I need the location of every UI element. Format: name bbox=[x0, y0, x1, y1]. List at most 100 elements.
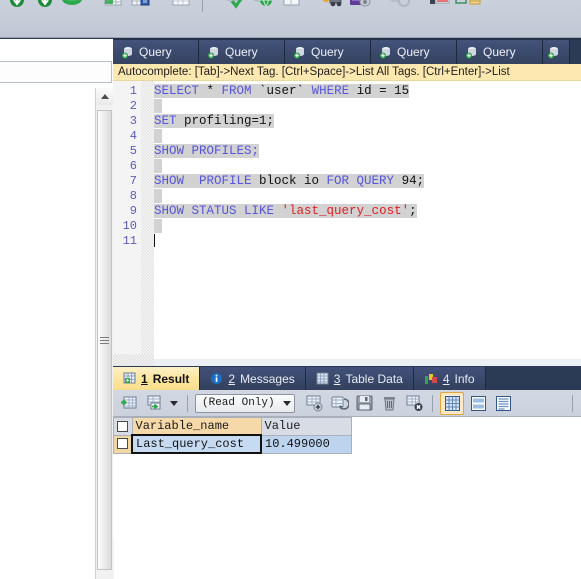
code-line[interactable] bbox=[154, 129, 581, 144]
query-icon bbox=[121, 46, 134, 59]
result-tab-result[interactable]: 1 Result bbox=[113, 367, 201, 390]
form-view-icon[interactable] bbox=[467, 393, 489, 414]
code-token: id = 15 bbox=[349, 84, 410, 98]
code-line[interactable] bbox=[154, 159, 581, 174]
code-line[interactable]: SHOW PROFILE block io FOR QUERY 94; bbox=[154, 174, 581, 189]
table-grid-icon[interactable] bbox=[168, 0, 194, 15]
sql-editor-window: Query Query Query Query Query Autocomple… bbox=[0, 0, 581, 579]
panel-icon[interactable] bbox=[279, 0, 305, 15]
code-token: * bbox=[199, 84, 222, 98]
query-tab-strip: Query Query Query Query Query bbox=[113, 38, 581, 64]
line-number: 8 bbox=[129, 189, 137, 203]
code-token: SHOW STATUS LIKE bbox=[154, 204, 275, 218]
result-tab-messages[interactable]: 2 Messages bbox=[200, 367, 306, 390]
new-table-icon[interactable] bbox=[100, 0, 126, 15]
result-tab-table-data[interactable]: 3 Table Data bbox=[305, 367, 414, 390]
code-token: `user` bbox=[251, 84, 312, 98]
table-design-icon[interactable] bbox=[128, 0, 154, 15]
code-line[interactable] bbox=[154, 189, 581, 204]
scroll-up-icon[interactable] bbox=[96, 88, 113, 105]
query-tab-3[interactable]: Query bbox=[285, 40, 371, 64]
code-token: FROM bbox=[221, 84, 252, 98]
table-row[interactable]: Last_query_cost 10.499000 bbox=[113, 434, 352, 454]
code-selection: SHOW PROFILES; bbox=[154, 144, 260, 158]
column-header-value[interactable]: Value bbox=[260, 417, 352, 436]
query-tab-1[interactable]: Query bbox=[113, 40, 199, 64]
sql-editor[interactable]: 1 2 3 4 5 6 7 8 9 10 11 SELECT * FROM `u… bbox=[113, 81, 581, 358]
line-number: 10 bbox=[122, 219, 137, 233]
code-token: block io bbox=[251, 174, 327, 188]
backup-icon[interactable] bbox=[347, 0, 373, 15]
column-header-variable-name[interactable]: Variable_name bbox=[131, 417, 262, 436]
query-tab-label: Query bbox=[225, 45, 258, 59]
add-record-icon[interactable] bbox=[303, 393, 325, 414]
select-all-checkbox[interactable] bbox=[113, 417, 133, 436]
schedule-icon[interactable] bbox=[455, 0, 481, 15]
result-table-head: Variable_name Value bbox=[113, 417, 352, 436]
result-tab-number: 2 bbox=[228, 371, 236, 386]
autocomplete-hint-bar: Autocomplete: [Tab]->Next Tag. [Ctrl+Spa… bbox=[113, 64, 581, 81]
line-number: 4 bbox=[129, 129, 137, 143]
result-toolbar-separator-1 bbox=[187, 394, 188, 412]
transfer-icon[interactable] bbox=[319, 0, 345, 15]
line-number-gutter: 1 2 3 4 5 6 7 8 9 10 11 bbox=[113, 81, 141, 358]
text-view-icon[interactable] bbox=[492, 393, 514, 414]
result-tab-label: Result bbox=[152, 371, 190, 386]
query-tab-5[interactable]: Query bbox=[457, 40, 543, 64]
line-number: 7 bbox=[129, 174, 137, 188]
navicat-forward-icon[interactable] bbox=[32, 0, 58, 15]
grid-view-icon[interactable] bbox=[440, 391, 464, 415]
main-toolbar-row bbox=[0, 0, 481, 16]
code-line[interactable]: SHOW STATUS LIKE 'last_query_cost'; bbox=[154, 204, 581, 219]
table-header-row: Variable_name Value bbox=[113, 417, 352, 436]
query-tab-6[interactable] bbox=[543, 40, 570, 64]
code-token: 'last_query_cost' bbox=[281, 204, 410, 218]
result-tab-number: 1 bbox=[141, 371, 148, 386]
save-record-icon[interactable] bbox=[353, 393, 375, 414]
left-panel-scrollbar[interactable] bbox=[95, 88, 114, 579]
record-mode-label: (Read Only) bbox=[202, 397, 275, 409]
begin-transaction-icon[interactable] bbox=[118, 393, 140, 414]
caret-down-icon bbox=[170, 400, 178, 406]
code-line[interactable]: SELECT * FROM `user` WHERE id = 15 bbox=[154, 84, 581, 99]
row-checkbox[interactable] bbox=[113, 434, 133, 454]
duplicate-record-icon[interactable] bbox=[328, 393, 350, 414]
cell-variable-name[interactable]: Last_query_cost bbox=[131, 434, 262, 454]
navicat-back-icon[interactable] bbox=[4, 0, 30, 15]
circle-icon[interactable] bbox=[387, 0, 413, 15]
query-tab-label: Query bbox=[139, 45, 172, 59]
code-line[interactable] bbox=[154, 99, 581, 114]
text-caret bbox=[154, 234, 155, 247]
line-number: 9 bbox=[129, 204, 137, 218]
scrollbar-thumb[interactable] bbox=[97, 110, 112, 570]
check-icon[interactable] bbox=[223, 0, 249, 15]
report-icon[interactable] bbox=[427, 0, 453, 15]
code-line[interactable] bbox=[154, 234, 581, 249]
commit-icon[interactable] bbox=[143, 393, 165, 414]
result-tab-number: 4 bbox=[442, 371, 450, 386]
code-line[interactable] bbox=[154, 219, 581, 234]
result-tab-label: Info bbox=[454, 371, 475, 386]
code-token: 94; bbox=[394, 174, 425, 188]
caret-down-icon bbox=[283, 400, 291, 406]
code-token: SET bbox=[154, 114, 177, 128]
checkbox-icon bbox=[117, 438, 128, 450]
search-input[interactable] bbox=[0, 61, 112, 83]
delete-record-icon[interactable] bbox=[378, 393, 400, 414]
line-number: 3 bbox=[129, 114, 137, 128]
query-tab-2[interactable]: Query bbox=[199, 40, 285, 64]
navicat-green-icon[interactable] bbox=[60, 0, 86, 15]
result-grid[interactable]: Variable_name Value Last_query_cost 10.4… bbox=[113, 417, 581, 467]
globe-icon[interactable] bbox=[251, 0, 277, 15]
code-lines[interactable]: SELECT * FROM `user` WHERE id = 15 SET p… bbox=[154, 81, 581, 358]
chevron-down-icon[interactable] bbox=[168, 393, 180, 414]
cancel-record-icon[interactable] bbox=[403, 393, 425, 414]
code-token: WHERE bbox=[311, 84, 350, 98]
query-tab-4[interactable]: Query bbox=[371, 40, 457, 64]
query-icon bbox=[293, 46, 306, 59]
record-mode-dropdown[interactable]: (Read Only) bbox=[195, 393, 295, 413]
cell-value[interactable]: 10.499000 bbox=[260, 434, 352, 454]
code-line[interactable]: SHOW PROFILES; bbox=[154, 144, 581, 159]
code-line[interactable]: SET profiling=1; bbox=[154, 114, 581, 129]
result-tab-info[interactable]: 4 Info bbox=[413, 367, 486, 390]
